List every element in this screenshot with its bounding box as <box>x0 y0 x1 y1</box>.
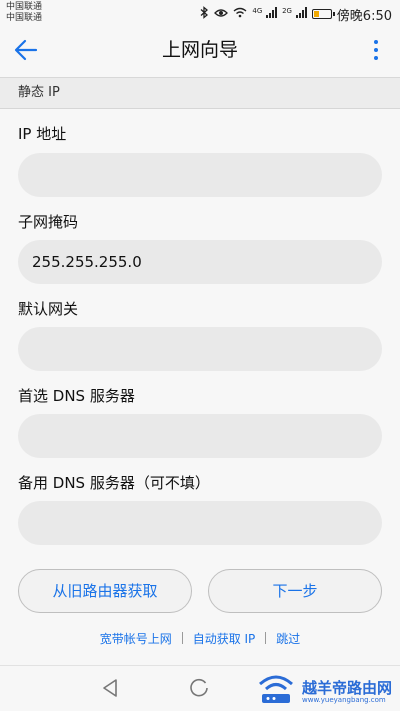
next-step-button[interactable]: 下一步 <box>208 569 382 613</box>
carrier-2: 中国联通 <box>6 13 43 23</box>
auto-ip-link[interactable]: 自动获取 IP <box>183 630 266 647</box>
back-button[interactable] <box>10 34 42 66</box>
watermark-text: 越羊帝路由网 <box>302 679 393 697</box>
carrier-1: 中国联通 <box>6 2 43 12</box>
carrier-info: 中国联通 中国联通 <box>6 2 42 24</box>
nav-home-button[interactable] <box>188 677 210 703</box>
circle-home-icon <box>190 678 208 697</box>
section-header: 静态 IP <box>0 78 400 109</box>
clock: 傍晚6:50 <box>336 8 392 24</box>
watermark-url: www.yueyangbang.com <box>302 696 386 704</box>
primary-dns-input[interactable] <box>18 414 382 458</box>
skip-link[interactable]: 跳过 <box>266 630 310 647</box>
subnet-mask-label: 子网掩码 <box>18 213 79 231</box>
secondary-dns-input[interactable] <box>18 501 382 545</box>
alternate-options: 宽带帐号上网 自动获取 IP 跳过 <box>0 629 400 647</box>
gateway-label: 默认网关 <box>18 300 79 318</box>
ip-address-label: IP 地址 <box>18 125 67 143</box>
more-dot-icon <box>374 56 378 60</box>
more-dot-icon <box>374 48 378 52</box>
battery-fill <box>313 11 319 17</box>
bluetooth-icon <box>200 6 209 22</box>
signal-2g-icon: 2G <box>282 7 307 21</box>
battery-icon <box>311 9 335 19</box>
fetch-from-old-router-button[interactable]: 从旧路由器获取 <box>18 569 192 613</box>
app-header: 上网向导 <box>0 28 400 72</box>
status-bar: 中国联通 中国联通 4G 2G 傍晚6:50 <box>0 0 400 28</box>
net-label-1: 4G <box>252 7 263 15</box>
arrow-left-icon <box>14 39 38 61</box>
ip-address-input[interactable] <box>18 153 382 197</box>
section-title: 静态 IP <box>18 85 60 100</box>
eye-icon <box>214 7 229 21</box>
primary-dns-label: 首选 DNS 服务器 <box>18 387 135 405</box>
more-dot-icon <box>374 40 378 44</box>
more-menu-button[interactable] <box>364 34 388 66</box>
subnet-mask-input[interactable] <box>18 240 382 284</box>
status-icons: 4G 2G 傍晚6:50 <box>200 5 392 24</box>
wifi-icon <box>233 7 247 21</box>
secondary-dns-label: 备用 DNS 服务器（可不填） <box>18 474 210 492</box>
nav-back-button[interactable] <box>101 678 119 702</box>
page-title: 上网向导 <box>161 39 238 61</box>
gateway-input[interactable] <box>18 327 382 371</box>
broadband-login-link[interactable]: 宽带帐号上网 <box>90 630 182 647</box>
watermark-logo-icon <box>256 670 296 710</box>
triangle-back-icon <box>103 679 117 697</box>
signal-4g-icon: 4G <box>252 7 278 21</box>
net-label-2: 2G <box>282 7 292 15</box>
